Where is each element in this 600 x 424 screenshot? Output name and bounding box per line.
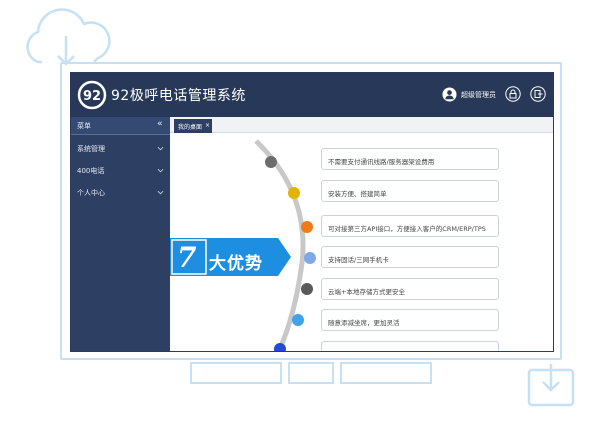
main-content: 不需要支付通讯线路/服务器架设费用 安装方便、搭建简单 可对接第三方API接口，… [170, 133, 553, 351]
user-circle-icon[interactable] [442, 87, 457, 102]
advantages-badge: 7 大优势 [170, 238, 291, 276]
collapse-sidebar-icon[interactable]: « [157, 119, 163, 129]
feature-item: 云端+本地存储方式更安全 [321, 278, 499, 300]
chevron-down-icon [157, 190, 164, 195]
lock-icon[interactable] [505, 86, 521, 102]
svg-text:92: 92 [83, 89, 101, 104]
sidebar-item-label: 个人中心 [77, 189, 105, 197]
chevron-down-icon [157, 168, 164, 173]
feature-item: 可对接第三方API接口，方便接入客户的CRM/ERP/TPS [321, 215, 499, 237]
feature-item: 不需要支付通讯线路/服务器架设费用 [321, 148, 499, 170]
app-screen: 92 92极呼电话管理系统 超级管理员 菜单 « 系统管理 400电话 个人中心… [70, 72, 554, 352]
app-title: 92极呼电话管理系统 [111, 88, 246, 104]
feature-dot [301, 221, 313, 233]
sidebar-header: 菜单 « [71, 117, 170, 135]
top-bar: 92 92极呼电话管理系统 超级管理员 [71, 73, 553, 117]
download-box-icon [527, 364, 575, 407]
badge-number: 7 [177, 241, 197, 274]
sidebar-item-personal-center[interactable]: 个人中心 [71, 183, 170, 203]
monitor-stand-right [340, 362, 432, 384]
feature-item: 支持固话/三网手机卡 [321, 246, 499, 268]
app-promo-stage: 92 92极呼电话管理系统 超级管理员 菜单 « 系统管理 400电话 个人中心… [0, 0, 600, 424]
chevron-down-icon [157, 146, 164, 151]
feature-item: 续出更智能，帮手即用 [321, 341, 499, 351]
tab-close-icon[interactable]: × [205, 122, 210, 129]
feature-dot [265, 156, 277, 168]
sidebar-item-label: 400电话 [77, 167, 105, 175]
logout-icon[interactable] [530, 86, 546, 102]
feature-item: 安装方便、搭建简单 [321, 180, 499, 202]
badge-text: 大优势 [209, 254, 263, 274]
cloud-download-icon [26, 8, 111, 66]
app-logo: 92 [77, 80, 107, 110]
feature-item: 随意添减坐席，更加灵活 [321, 309, 499, 331]
sidebar-item-label: 系统管理 [77, 145, 105, 153]
user-name[interactable]: 超级管理员 [461, 90, 496, 100]
tab-label: 我的桌面 [178, 124, 203, 131]
feature-dot [301, 283, 313, 295]
feature-dot [292, 314, 304, 326]
monitor-stand-left [190, 362, 282, 384]
monitor-stand-center [288, 362, 334, 384]
feature-dot [304, 252, 316, 264]
tab-my-desktop[interactable]: 我的桌面 × [174, 119, 212, 133]
sidebar-item-system[interactable]: 系统管理 [71, 139, 170, 159]
sidebar: 菜单 « 系统管理 400电话 个人中心 [71, 117, 170, 351]
sidebar-item-400-phone[interactable]: 400电话 [71, 161, 170, 181]
sidebar-header-label: 菜单 [77, 122, 91, 130]
feature-dot [288, 187, 300, 199]
tab-bar: 我的桌面 × [170, 117, 553, 133]
